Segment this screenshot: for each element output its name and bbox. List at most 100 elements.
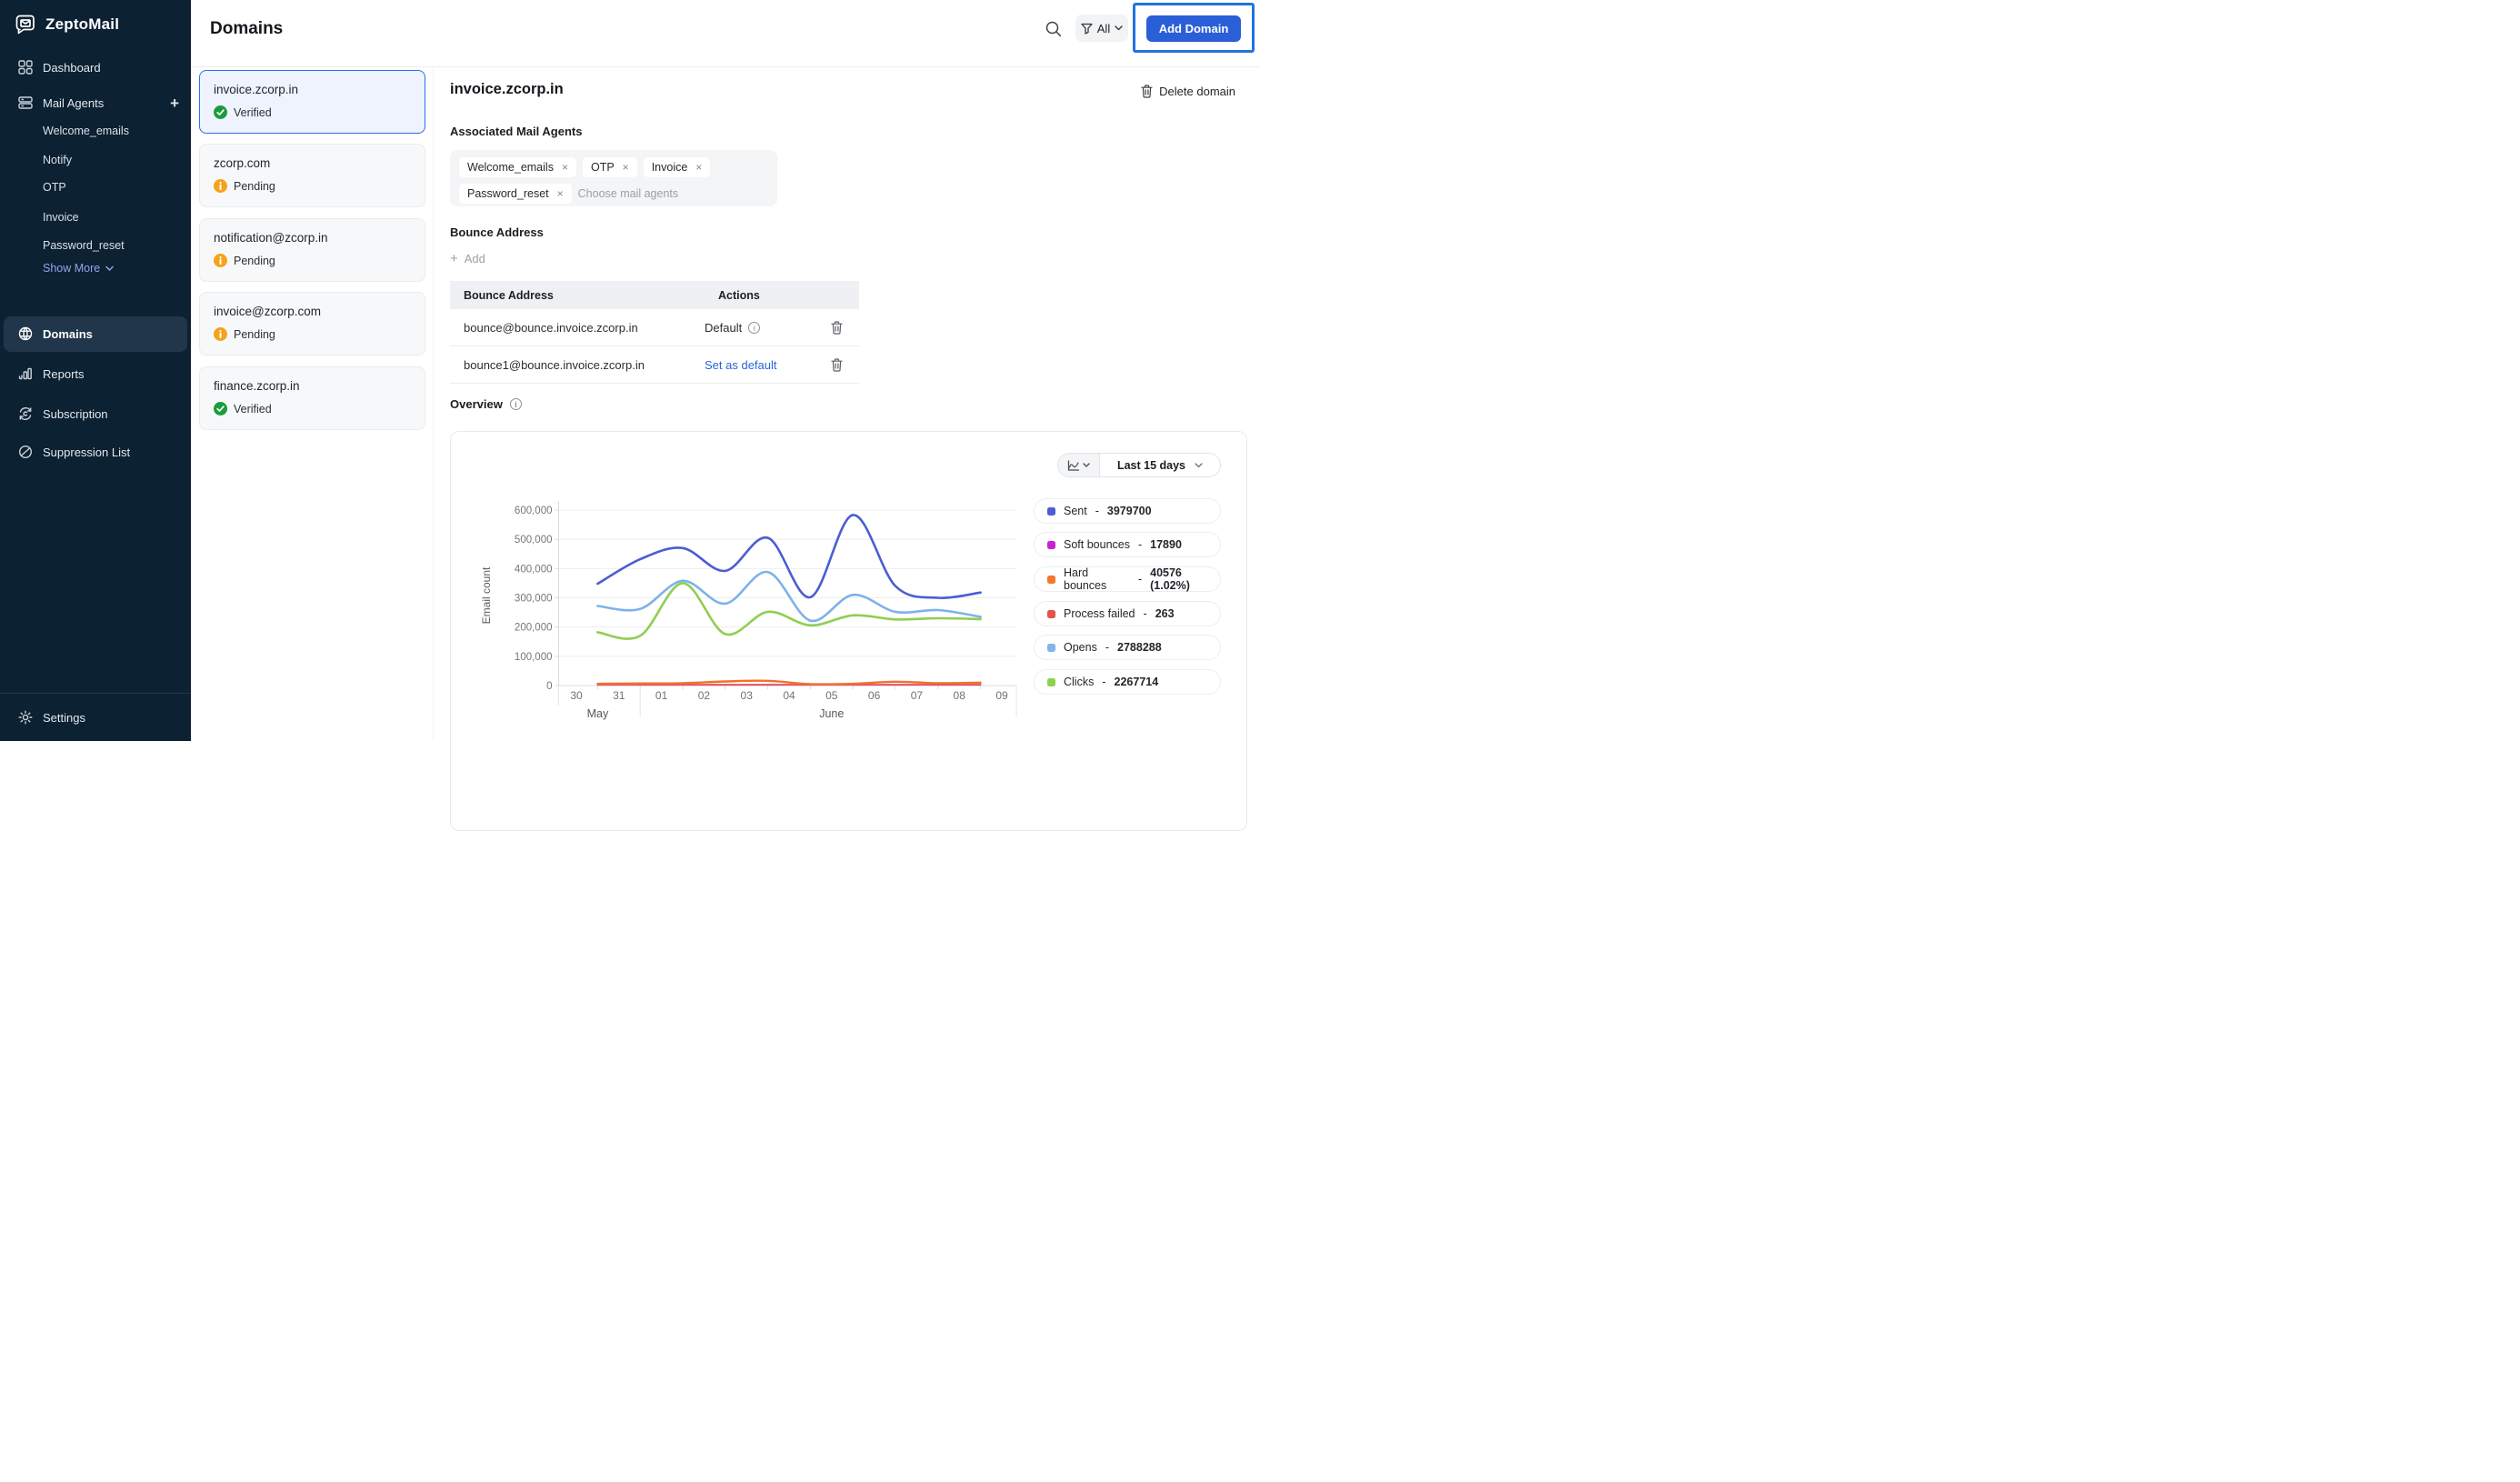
mail-agents-multiselect[interactable]: Welcome_emails × OTP × Invoice × Password_r… bbox=[450, 150, 777, 206]
remove-chip-icon[interactable]: × bbox=[557, 187, 564, 200]
svg-text:01: 01 bbox=[655, 689, 668, 702]
legend-item-process-failed[interactable]: Process failed -263 bbox=[1034, 601, 1221, 626]
legend-swatch bbox=[1047, 643, 1055, 652]
legend-swatch bbox=[1047, 575, 1055, 584]
add-bounce-address-button[interactable]: + Add bbox=[450, 252, 485, 265]
show-more-link[interactable]: Show More bbox=[43, 262, 114, 275]
chart-type-dropdown[interactable] bbox=[1058, 454, 1100, 476]
domain-name: invoice@zcorp.com bbox=[214, 305, 321, 318]
search-button[interactable] bbox=[1045, 21, 1062, 37]
svg-text:04: 04 bbox=[783, 689, 795, 702]
delete-bounce-button[interactable] bbox=[831, 320, 843, 335]
svg-text:600,000: 600,000 bbox=[515, 506, 553, 516]
domain-detail-pane: invoice.zcorp.in Delete domain Associate… bbox=[434, 67, 1260, 831]
dashboard-icon bbox=[18, 60, 33, 75]
page-title: Domains bbox=[210, 19, 284, 38]
filter-value: All bbox=[1096, 21, 1111, 35]
legend-swatch bbox=[1047, 677, 1055, 686]
default-badge: Default bbox=[705, 320, 743, 335]
sidebar-item-dashboard[interactable]: Dashboard bbox=[0, 54, 191, 81]
trash-icon bbox=[1141, 85, 1153, 98]
legend-item-hard-bounces[interactable]: Hard bounces -40576 (1.02%) bbox=[1034, 566, 1221, 592]
date-range-dropdown[interactable]: Last 15 days bbox=[1100, 454, 1220, 476]
choose-mail-agents-placeholder[interactable]: Choose mail agents bbox=[578, 184, 678, 204]
legend-swatch bbox=[1047, 609, 1055, 618]
legend-item-soft-bounces[interactable]: Soft bounces -17890 bbox=[1034, 532, 1221, 557]
legend-item-opens[interactable]: Opens -2788288 bbox=[1034, 635, 1221, 660]
trash-icon bbox=[831, 320, 843, 335]
domain-card-finance-zcorp-in[interactable]: finance.zcorp.in Verified bbox=[199, 366, 425, 430]
table-row: bounce1@bounce.invoice.zcorp.in Set as d… bbox=[450, 346, 859, 384]
page-header: Domains All Add Domain bbox=[191, 0, 1260, 67]
sidebar-item-label: Suppression List bbox=[43, 445, 131, 459]
sidebar-item-invoice[interactable]: Invoice bbox=[43, 206, 79, 228]
sidebar-item-domains[interactable]: Domains bbox=[0, 320, 191, 347]
status-badge: Verified bbox=[234, 402, 272, 416]
add-domain-button[interactable]: Add Domain bbox=[1146, 15, 1241, 42]
sidebar-item-welcome-emails[interactable]: Welcome_emails bbox=[43, 120, 129, 142]
bounce-email: bounce@bounce.invoice.zcorp.in bbox=[464, 320, 638, 335]
selected-domain-title: invoice.zcorp.in bbox=[450, 81, 564, 97]
svg-text:200,000: 200,000 bbox=[515, 623, 553, 634]
table-header-row: Bounce Address Actions bbox=[450, 281, 859, 309]
delete-domain-button[interactable]: Delete domain bbox=[1141, 85, 1235, 98]
sidebar-item-password-reset[interactable]: Password_reset bbox=[43, 235, 125, 256]
sidebar-item-subscription[interactable]: Subscription bbox=[0, 400, 191, 427]
set-as-default-link[interactable]: Set as default bbox=[705, 358, 777, 372]
mail-agent-chip[interactable]: Password_reset × bbox=[459, 184, 572, 204]
domain-card-invoice-zcorp-in[interactable]: invoice.zcorp.in Verified bbox=[199, 70, 425, 134]
pending-icon bbox=[214, 254, 227, 267]
chevron-down-icon bbox=[1083, 463, 1090, 467]
legend-item-clicks[interactable]: Clicks -2267714 bbox=[1034, 669, 1221, 695]
sidebar-item-settings[interactable]: Settings bbox=[0, 704, 191, 731]
add-mail-agent-button[interactable]: + bbox=[170, 95, 179, 111]
svg-text:07: 07 bbox=[911, 689, 924, 702]
chevron-down-icon bbox=[105, 265, 114, 271]
domain-card-notification-zcorp-in[interactable]: notification@zcorp.in Pending bbox=[199, 218, 425, 282]
mail-agent-chip[interactable]: OTP × bbox=[582, 157, 637, 177]
remove-chip-icon[interactable]: × bbox=[623, 161, 629, 174]
sidebar-item-label: Subscription bbox=[43, 406, 108, 421]
verified-icon bbox=[214, 402, 227, 416]
app-logo[interactable]: ZeptoMail bbox=[13, 12, 119, 36]
chevron-down-icon bbox=[1115, 25, 1123, 31]
svg-text:June: June bbox=[819, 707, 844, 720]
line-chart-icon bbox=[1067, 459, 1079, 471]
pending-icon bbox=[214, 179, 227, 193]
sidebar-item-label: Dashboard bbox=[43, 60, 101, 75]
add-domain-highlight-box: Add Domain bbox=[1133, 3, 1255, 53]
bounce-email: bounce1@bounce.invoice.zcorp.in bbox=[464, 357, 645, 372]
mail-agent-chip[interactable]: Welcome_emails × bbox=[459, 157, 576, 177]
filter-dropdown[interactable]: All bbox=[1075, 15, 1128, 42]
svg-text:06: 06 bbox=[868, 689, 881, 702]
svg-text:100,000: 100,000 bbox=[515, 652, 553, 663]
domain-card-zcorp-com[interactable]: zcorp.com Pending bbox=[199, 144, 425, 207]
domains-icon bbox=[18, 326, 33, 341]
svg-text:400,000: 400,000 bbox=[515, 564, 553, 575]
sidebar-item-otp[interactable]: OTP bbox=[43, 176, 66, 198]
info-icon[interactable]: i bbox=[748, 321, 761, 334]
legend-swatch bbox=[1047, 540, 1055, 549]
legend-item-sent[interactable]: Sent -3979700 bbox=[1034, 498, 1221, 524]
app-name: ZeptoMail bbox=[45, 15, 120, 33]
sidebar-item-notify[interactable]: Notify bbox=[43, 149, 72, 171]
remove-chip-icon[interactable]: × bbox=[562, 161, 568, 174]
sidebar-item-suppression-list[interactable]: Suppression List bbox=[0, 438, 191, 466]
filter-funnel-icon bbox=[1081, 23, 1093, 35]
mail-agent-chip[interactable]: Invoice × bbox=[643, 157, 711, 177]
chart-controls: Last 15 days bbox=[1057, 453, 1221, 477]
info-icon[interactable]: i bbox=[509, 398, 522, 410]
remove-chip-icon[interactable]: × bbox=[695, 161, 702, 174]
settings-gear-icon bbox=[18, 710, 33, 725]
bounce-address-heading: Bounce Address bbox=[450, 225, 544, 239]
column-header: Actions bbox=[718, 288, 760, 302]
delete-bounce-button[interactable] bbox=[831, 357, 843, 372]
domain-card-invoice-zcorp-com[interactable]: invoice@zcorp.com Pending bbox=[199, 292, 425, 355]
sidebar-item-reports[interactable]: Reports bbox=[0, 360, 191, 387]
search-icon bbox=[1045, 21, 1062, 37]
sidebar-item-mail-agents[interactable]: Mail Agents + bbox=[0, 89, 191, 116]
svg-text:03: 03 bbox=[741, 689, 754, 702]
svg-text:500,000: 500,000 bbox=[515, 535, 553, 546]
date-range-value: Last 15 days bbox=[1116, 458, 1186, 472]
chevron-down-icon bbox=[1195, 462, 1203, 467]
